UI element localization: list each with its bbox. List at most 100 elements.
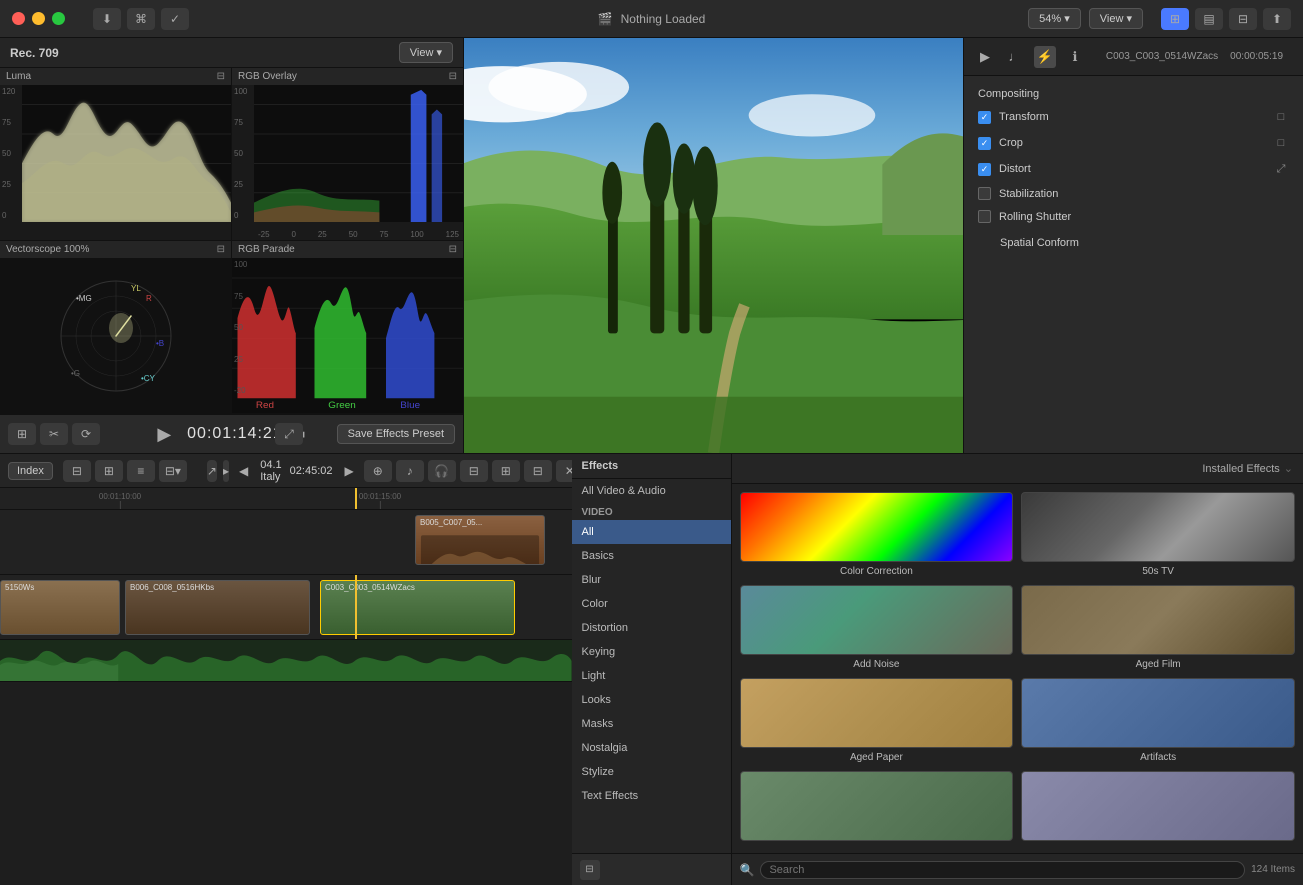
link-icon[interactable]: ⊟ <box>460 460 488 482</box>
effect-aged-paper[interactable]: Aged Paper <box>740 678 1014 763</box>
transform-expand-icon[interactable]: □ <box>1273 109 1289 125</box>
info-tab-icon[interactable]: ℹ <box>1064 46 1086 68</box>
effects-text-effects-item[interactable]: Text Effects <box>572 784 731 808</box>
effects-light-item[interactable]: Light <box>572 664 731 688</box>
inspector-content: Compositing ✓ Transform □ ✓ Crop □ <box>964 76 1303 453</box>
clip-c003-label: C003_C003_0514WZacs <box>325 583 415 592</box>
check-icon[interactable]: ✓ <box>161 8 189 30</box>
layout-toggle[interactable]: ⊞ <box>8 423 36 445</box>
view-button[interactable]: View ▾ <box>1089 8 1143 29</box>
effects-blur-item[interactable]: Blur <box>572 568 731 592</box>
50s-tv-thumbnail <box>1021 492 1295 562</box>
effects-keying-item[interactable]: Keying <box>572 640 731 664</box>
clip-view-icon-4[interactable]: ⊟▾ <box>159 460 187 482</box>
preview-image <box>464 38 963 453</box>
effect-aged-film[interactable]: Aged Film <box>1021 585 1295 670</box>
maximize-button[interactable] <box>52 12 65 25</box>
nav-right-button[interactable]: ▶ <box>341 462 358 480</box>
effects-distortion-item[interactable]: Distortion <box>572 616 731 640</box>
crop-label: Crop <box>999 137 1265 149</box>
effects-all-video-audio[interactable]: All Video & Audio <box>572 479 731 503</box>
download-icon[interactable]: ⬇ <box>93 8 121 30</box>
svg-text:•CY: •CY <box>141 374 156 383</box>
audio-icon[interactable]: ♪ <box>396 460 424 482</box>
primary-video-track: 5150Ws B006_C008_0516HKbs C003_C003_0514… <box>0 575 572 640</box>
effect-artifacts[interactable]: Artifacts <box>1021 678 1295 763</box>
distort-checkbox[interactable]: ✓ <box>978 163 991 176</box>
zoom-in-icon[interactable]: ⊕ <box>364 460 392 482</box>
close-button[interactable] <box>12 12 25 25</box>
transform-checkbox[interactable]: ✓ <box>978 111 991 124</box>
playhead[interactable] <box>355 488 357 509</box>
rec709-label: Rec. 709 <box>10 46 59 60</box>
clip-5150ws[interactable]: 5150Ws <box>0 580 120 635</box>
clip-c003[interactable]: C003_C003_0514WZacs <box>320 580 515 635</box>
rgb-overlay-title-bar: RGB Overlay ⊟ <box>232 68 463 85</box>
scope-view-button[interactable]: View ▾ <box>399 42 453 63</box>
arrow-tool[interactable]: ↗ <box>207 460 217 482</box>
effect-extra-2[interactable] <box>1021 771 1295 845</box>
effects-masks-item[interactable]: Masks <box>572 712 731 736</box>
color-correction-thumbnail <box>740 492 1014 562</box>
effects-color-item[interactable]: Color <box>572 592 731 616</box>
effects-looks-item[interactable]: Looks <box>572 688 731 712</box>
spatial-conform-row: Spatial Conform <box>964 232 1303 254</box>
grid-icon[interactable]: ⊞ <box>492 460 520 482</box>
effects-tab-icon[interactable]: ⚡ <box>1034 46 1056 68</box>
crop-checkbox[interactable]: ✓ <box>978 137 991 150</box>
blade-tool[interactable]: ▸ <box>223 460 229 482</box>
effects-search-input[interactable] <box>760 861 1245 879</box>
effect-50s-tv[interactable]: 50s TV <box>1021 492 1295 577</box>
crop-expand-icon[interactable]: □ <box>1273 135 1289 151</box>
traffic-lights <box>12 12 65 25</box>
clip-b006-c008[interactable]: B006_C008_0516HKbs <box>125 580 310 635</box>
clip-view-icon-1[interactable]: ⊟ <box>63 460 91 482</box>
zoom-control[interactable]: 54% ▾ <box>1028 8 1081 29</box>
layout-icon-1[interactable]: ⊞ <box>1161 8 1189 30</box>
rgb-parade-scope: RGB Parade ⊟ <box>232 241 463 413</box>
effects-nostalgia-item[interactable]: Nostalgia <box>572 736 731 760</box>
clip-b005[interactable]: B005_C007_05... <box>415 515 545 565</box>
minimize-button[interactable] <box>32 12 45 25</box>
layout-icon-3[interactable]: ⊟ <box>1229 8 1257 30</box>
effects-video-category: VIDEO <box>572 503 731 520</box>
rgb-overlay-waveform <box>254 85 463 222</box>
timecode-mark-2: 00:01:15:00 <box>359 492 401 501</box>
stabilization-checkbox[interactable] <box>978 187 991 200</box>
clip-view-icon-3[interactable]: ≡ <box>127 460 155 482</box>
effect-add-noise[interactable]: Add Noise <box>740 585 1014 670</box>
audio-track <box>0 640 572 682</box>
effect-color-correction[interactable]: Color Correction <box>740 492 1014 577</box>
clip-duration: 00:00:05:19 <box>1230 51 1283 62</box>
snapping-icon[interactable]: ⊟ <box>524 460 552 482</box>
effects-search-bar: ⊟ <box>572 853 731 885</box>
headphone-icon[interactable]: 🎧 <box>428 460 456 482</box>
rgb-overlay-icon: ⊟ <box>449 71 457 82</box>
titlebar-icons: ⬇ ⌘ ✓ <box>93 8 189 30</box>
fullscreen-icon[interactable]: ⤢ <box>275 423 303 445</box>
key-icon[interactable]: ⌘ <box>127 8 155 30</box>
index-button[interactable]: Index <box>8 462 53 480</box>
share-icon[interactable]: ⬆ <box>1263 8 1291 30</box>
audio-tab-icon[interactable]: ♩ <box>1004 46 1026 68</box>
speed-tool[interactable]: ⟳ <box>72 423 100 445</box>
effect-extra-1[interactable] <box>740 771 1014 845</box>
clip-b006-c008-label: B006_C008_0516HKbs <box>130 583 214 592</box>
effects-view-icon[interactable]: ⊟ <box>580 860 600 880</box>
effects-all-item[interactable]: All <box>572 520 731 544</box>
video-preview <box>464 38 963 453</box>
rolling-shutter-checkbox[interactable] <box>978 210 991 223</box>
effects-stylize-item[interactable]: Stylize <box>572 760 731 784</box>
nav-left-button[interactable]: ◀ <box>235 462 252 480</box>
rgb-overlay-canvas: 1007550250 -250255075100125 <box>232 85 463 240</box>
play-button[interactable]: ▶ <box>153 422 175 447</box>
trim-tool[interactable]: ✂ <box>40 423 68 445</box>
video-tab-icon[interactable]: ▶ <box>974 46 996 68</box>
close-timeline-icon[interactable]: ✕ <box>556 460 572 482</box>
clip-view-icon-2[interactable]: ⊞ <box>95 460 123 482</box>
distort-expand-icon[interactable]: ⤢ <box>1273 161 1289 177</box>
layout-icon-2[interactable]: ▤ <box>1195 8 1223 30</box>
effects-basics-item[interactable]: Basics <box>572 544 731 568</box>
effects-title: Effects <box>572 454 731 479</box>
save-effects-preset[interactable]: Save Effects Preset <box>337 424 455 444</box>
